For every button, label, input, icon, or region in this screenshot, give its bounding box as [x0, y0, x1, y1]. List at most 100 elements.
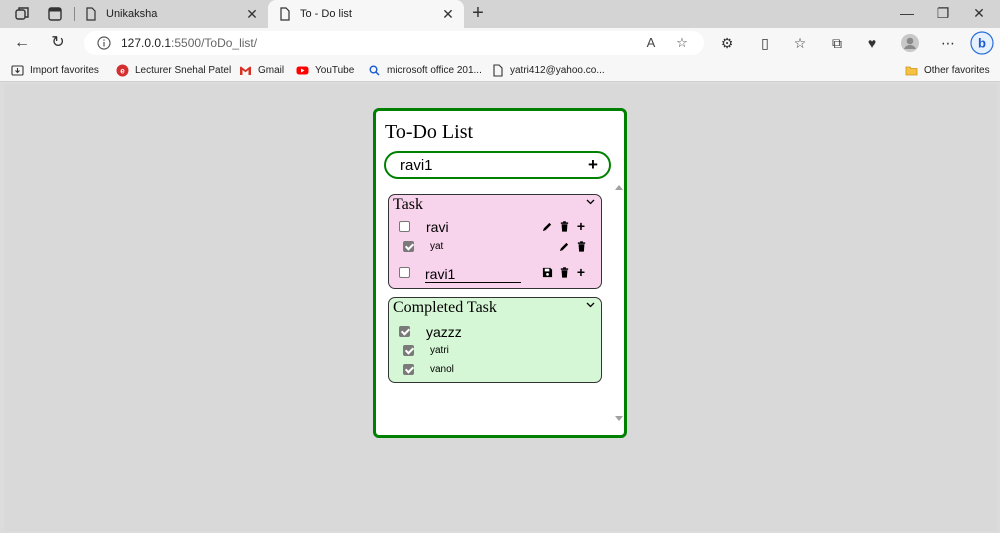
back-button[interactable]: ←: [11, 32, 33, 54]
extensions-icon[interactable]: ⚙: [717, 33, 737, 53]
task-panel: Task ravi + yat ravi1 +: [388, 194, 602, 289]
restore-button[interactable]: ❐: [925, 0, 961, 28]
svg-text:e: e: [120, 66, 125, 75]
url-host: 127.0.0.1: [121, 36, 172, 50]
close-tab-icon[interactable]: ✕: [244, 6, 260, 22]
info-icon[interactable]: [96, 35, 112, 51]
task-input[interactable]: [400, 156, 570, 174]
task-panel-heading: Task: [393, 196, 423, 213]
favorite-label: microsoft office 201...: [387, 64, 482, 76]
browser-essentials-icon[interactable]: ♥: [862, 33, 882, 53]
collections-icon[interactable]: ⧉: [827, 33, 847, 53]
subtask-row: yat: [399, 239, 599, 257]
navigation-bar: ← ↻ 127.0.0.1:5500/ToDo_list/ A ☆ ⚙ ▯ ☆ …: [0, 28, 1000, 58]
task-actions: +: [541, 265, 587, 279]
edit-pencil-icon[interactable]: [541, 219, 553, 233]
close-window-button[interactable]: ✕: [961, 0, 997, 28]
tab-todo-list[interactable]: To - Do list ✕: [268, 0, 464, 28]
favorite-label: Import favorites: [30, 64, 99, 76]
gmail-icon: [240, 66, 251, 75]
read-aloud-icon[interactable]: A: [643, 35, 659, 51]
tab-separator: [74, 7, 75, 21]
svg-text:b: b: [978, 36, 986, 51]
task-actions: +: [541, 219, 587, 233]
task-row-editing: +: [399, 265, 599, 283]
tab-actions-icon[interactable]: [46, 5, 64, 23]
completed-panel: Completed Task yazzz yatri vanol: [388, 297, 602, 383]
tab-title: To - Do list: [300, 8, 352, 20]
completed-panel-heading: Completed Task: [393, 299, 497, 316]
folder-icon: [905, 66, 918, 75]
close-tab-icon[interactable]: ✕: [440, 6, 456, 22]
favorite-star-icon[interactable]: ☆: [674, 35, 690, 51]
subtask-label: vanol: [430, 364, 454, 375]
favorite-label: Other favorites: [924, 64, 990, 76]
chevron-down-icon[interactable]: [585, 300, 595, 312]
add-task-button[interactable]: +: [584, 154, 602, 176]
search-icon: [369, 65, 380, 76]
favorite-label: yatri412@yahoo.co...: [510, 64, 605, 76]
tab-unikaksha[interactable]: Unikaksha ✕: [76, 0, 268, 28]
completed-subtask-row: vanol: [399, 362, 599, 380]
favorites-icon[interactable]: ☆: [790, 33, 810, 53]
task-checkbox[interactable]: [399, 267, 410, 278]
page-viewport: To-Do List + Task ravi +: [4, 84, 997, 531]
favorites-bar: Import favorites e Lecturer Snehal Patel…: [0, 58, 1000, 82]
favorite-lecturer[interactable]: e Lecturer Snehal Patel: [116, 62, 231, 78]
youtube-icon: [296, 66, 309, 74]
favorite-yahoo[interactable]: yatri412@yahoo.co...: [491, 62, 605, 78]
profile-avatar-icon[interactable]: [900, 33, 920, 53]
completed-task-row: yazzz: [399, 324, 599, 342]
add-task-bar: +: [384, 151, 611, 179]
bing-copilot-icon[interactable]: b: [970, 31, 994, 55]
site-red-icon: e: [116, 64, 129, 76]
import-icon: [11, 64, 24, 76]
add-subtask-button[interactable]: +: [575, 265, 587, 279]
favorite-gmail[interactable]: Gmail: [239, 62, 284, 78]
scroll-down-arrow[interactable]: [615, 416, 623, 421]
delete-trash-icon[interactable]: [558, 219, 570, 233]
favorite-microsoft-office[interactable]: microsoft office 201...: [368, 62, 482, 78]
favorite-import[interactable]: Import favorites: [11, 62, 99, 78]
page-icon: [493, 63, 503, 77]
task-label: yazzz: [426, 324, 462, 340]
page-title: To-Do List: [385, 121, 474, 143]
minimize-button[interactable]: —: [889, 0, 925, 28]
chevron-down-icon[interactable]: [585, 197, 595, 209]
new-tab-button[interactable]: +: [467, 3, 489, 25]
task-label: ravi: [426, 219, 449, 235]
favorite-label: YouTube: [315, 64, 355, 76]
subtask-checkbox[interactable]: [403, 345, 414, 356]
add-subtask-button[interactable]: +: [575, 219, 587, 233]
edit-pencil-icon[interactable]: [558, 239, 570, 253]
save-disk-icon[interactable]: [541, 265, 553, 279]
tab-strip: Unikaksha ✕ To - Do list ✕ + — ❐ ✕: [0, 0, 1000, 28]
subtask-checkbox[interactable]: [403, 241, 414, 252]
task-checkbox[interactable]: [399, 326, 410, 337]
task-edit-field[interactable]: [425, 265, 521, 283]
favorite-youtube[interactable]: YouTube: [296, 62, 354, 78]
favorite-label: Lecturer Snehal Patel: [135, 64, 232, 76]
refresh-button[interactable]: ↻: [47, 32, 69, 54]
workspaces-icon[interactable]: [13, 5, 31, 23]
url-path: :5500/ToDo_list/: [171, 36, 258, 50]
address-bar[interactable]: 127.0.0.1:5500/ToDo_list/ A ☆: [84, 31, 704, 55]
delete-trash-icon[interactable]: [575, 239, 587, 253]
completed-subtask-row: yatri: [399, 343, 599, 361]
subtask-actions: [558, 239, 587, 253]
tab-title: Unikaksha: [106, 8, 158, 20]
todo-card: To-Do List + Task ravi +: [373, 108, 627, 438]
url-text[interactable]: 127.0.0.1:5500/ToDo_list/: [121, 36, 257, 50]
subtask-label: yat: [430, 241, 444, 252]
page-icon: [86, 7, 96, 21]
task-checkbox[interactable]: [399, 221, 410, 232]
page-icon: [280, 7, 290, 21]
other-favorites[interactable]: Other favorites: [905, 62, 990, 78]
more-menu-icon[interactable]: ⋯: [938, 33, 958, 53]
scroll-up-arrow[interactable]: [615, 185, 623, 190]
split-screen-icon[interactable]: ▯: [755, 33, 775, 53]
delete-trash-icon[interactable]: [558, 265, 570, 279]
favorite-label: Gmail: [258, 64, 285, 76]
task-row: ravi +: [399, 219, 599, 237]
subtask-checkbox[interactable]: [403, 364, 414, 375]
